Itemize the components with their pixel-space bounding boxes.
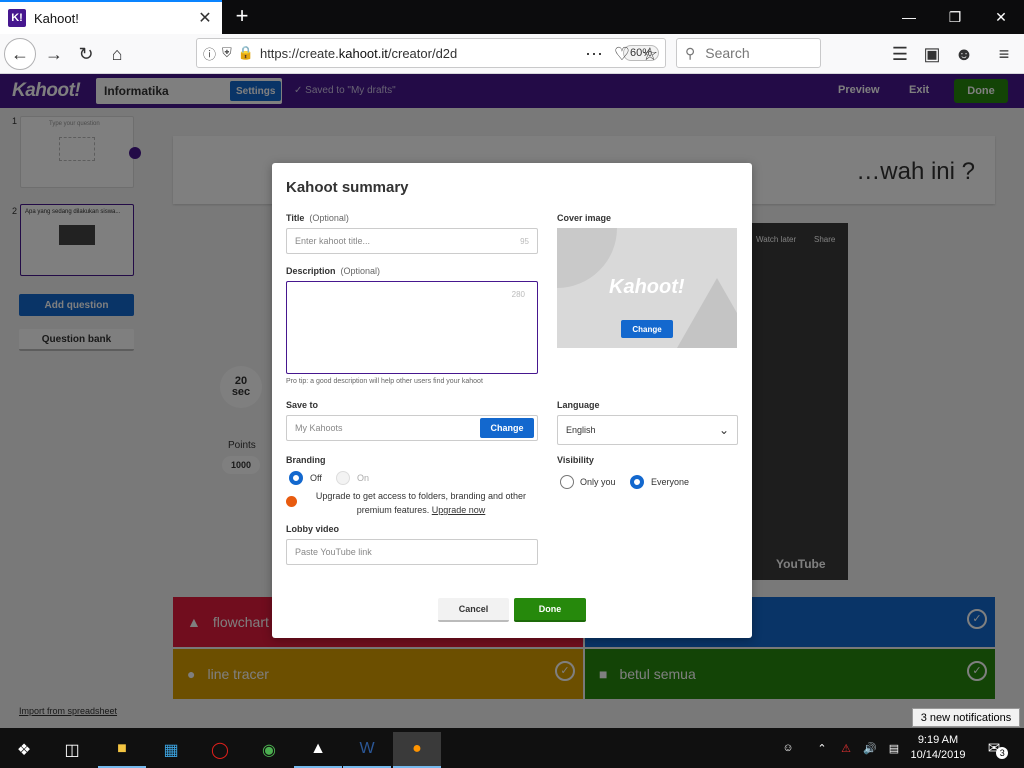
crown-icon xyxy=(286,496,297,507)
title-input[interactable]: Enter kahoot title... 95 xyxy=(286,228,538,254)
url-text[interactable]: https://create.kahoot.it/creator/d2d xyxy=(260,46,617,61)
volume-icon[interactable]: 🔊 xyxy=(860,728,880,768)
visibility-everyone-label[interactable]: Everyone xyxy=(651,477,689,487)
file-explorer-icon[interactable]: ■ xyxy=(98,732,146,768)
cover-image-label: Cover image xyxy=(557,213,612,223)
task-view-icon[interactable]: ◫ xyxy=(48,732,96,768)
upgrade-text: Upgrade to get access to folders, brandi… xyxy=(315,491,527,515)
search-icon: ⚲ xyxy=(685,44,696,61)
new-tab-button[interactable]: + xyxy=(230,4,254,28)
cover-kahoot-logo: Kahoot! xyxy=(609,276,685,298)
lobby-video-input[interactable]: Paste YouTube link xyxy=(286,539,538,565)
save-to-change-button[interactable]: Change xyxy=(480,418,534,438)
windows-start-icon[interactable]: ❖ xyxy=(0,732,48,768)
chevron-down-icon: ⌄ xyxy=(718,423,729,437)
notification-count-badge: 3 xyxy=(996,747,1009,759)
sidebar-icon[interactable]: ▣ xyxy=(916,38,948,70)
minimize-icon[interactable]: — xyxy=(886,0,932,34)
firefox-icon[interactable]: ● xyxy=(393,732,441,768)
photos-icon[interactable]: ▲ xyxy=(294,732,342,768)
upgrade-now-link[interactable]: Upgrade now xyxy=(432,505,486,515)
reload-button[interactable]: ↻ xyxy=(70,38,102,70)
browser-nav-bar: ← → ↻ ⌂ ⓘ ⛨ 🔒 https://create.kahoot.it/c… xyxy=(0,34,1024,74)
word-icon[interactable]: W xyxy=(343,732,391,768)
title-char-counter: 95 xyxy=(520,236,529,246)
search-placeholder: Search xyxy=(705,45,750,61)
cover-change-button[interactable]: Change xyxy=(621,320,673,338)
tab-close-icon[interactable]: ✕ xyxy=(196,8,214,28)
branding-label: Branding xyxy=(286,455,326,465)
forward-button[interactable]: → xyxy=(38,38,70,70)
people-icon[interactable]: ☺ xyxy=(776,728,800,768)
description-textarea[interactable]: 280 xyxy=(286,281,538,374)
description-label: Description (Optional) xyxy=(286,266,381,276)
branding-on-label: On xyxy=(357,473,370,483)
close-window-icon[interactable]: ✕ xyxy=(978,0,1024,34)
visibility-only-you-label[interactable]: Only you xyxy=(580,477,616,487)
browser-tab[interactable]: K! Kahoot! ✕ xyxy=(0,0,222,34)
home-button[interactable]: ⌂ xyxy=(101,38,133,70)
cover-image: Kahoot! Change xyxy=(557,228,737,348)
language-select[interactable]: English ⌄ xyxy=(557,415,738,445)
cover-decoration-triangle xyxy=(677,278,737,348)
title-label: Title (Optional) xyxy=(286,213,349,223)
cancel-button[interactable]: Cancel xyxy=(438,598,509,622)
security-alert-icon[interactable]: ⚠ xyxy=(836,728,856,768)
description-protip: Pro tip: a good description will help ot… xyxy=(286,378,483,385)
search-box[interactable]: ⚲ Search xyxy=(676,38,821,68)
clock[interactable]: 9:19 AM 10/14/2019 xyxy=(906,728,970,768)
cover-decoration-circle xyxy=(557,228,617,288)
branding-on-radio xyxy=(336,471,350,485)
chrome-icon[interactable]: ◉ xyxy=(245,732,293,768)
visibility-label: Visibility xyxy=(557,455,594,465)
lobby-video-label: Lobby video xyxy=(286,524,340,534)
account-icon[interactable]: ☻ xyxy=(948,38,980,70)
bookmark-star-icon[interactable]: ☆ xyxy=(634,38,666,70)
action-center-icon[interactable]: ✉ 3 xyxy=(978,728,1018,768)
windows-taskbar: ❖ ◫ ■ ▦ ◯ ◉ ▲ W ● ☺ ⌃ ⚠ 🔊 ▤ 9:19 AM 10/1… xyxy=(0,728,1024,768)
show-hidden-icons-chevron-icon[interactable]: ⌃ xyxy=(812,728,832,768)
modal-done-button[interactable]: Done xyxy=(514,598,586,622)
notification-tooltip: 3 new notifications xyxy=(912,708,1020,727)
branding-off-label[interactable]: Off xyxy=(310,473,322,483)
kahoot-favicon-icon: K! xyxy=(8,9,26,27)
save-to-label: Save to xyxy=(286,400,319,410)
library-icon[interactable]: ☰ xyxy=(884,38,916,70)
tab-title: Kahoot! xyxy=(34,10,79,26)
lock-icon: 🔒 xyxy=(237,45,254,60)
opera-icon[interactable]: ◯ xyxy=(196,732,244,768)
menu-icon[interactable]: ≡ xyxy=(988,38,1020,70)
branding-off-radio[interactable] xyxy=(289,471,303,485)
visibility-everyone-radio[interactable] xyxy=(630,475,644,489)
visibility-only-you-radio[interactable] xyxy=(560,475,574,489)
browser-tab-bar: K! Kahoot! ✕ + — ❐ ✕ xyxy=(0,0,1024,34)
shield-icon[interactable]: ⛨ xyxy=(222,45,232,61)
info-icon[interactable]: ⓘ xyxy=(203,44,216,63)
language-label: Language xyxy=(557,400,600,410)
kahoot-summary-modal: Kahoot summary Title (Optional) Enter ka… xyxy=(272,163,752,638)
back-button[interactable]: ← xyxy=(4,38,36,70)
control-panel-icon[interactable]: ▦ xyxy=(147,732,195,768)
modal-title: Kahoot summary xyxy=(286,179,409,196)
restore-icon[interactable]: ❐ xyxy=(932,0,978,34)
network-icon[interactable]: ▤ xyxy=(884,728,904,768)
description-char-counter: 280 xyxy=(511,290,525,299)
